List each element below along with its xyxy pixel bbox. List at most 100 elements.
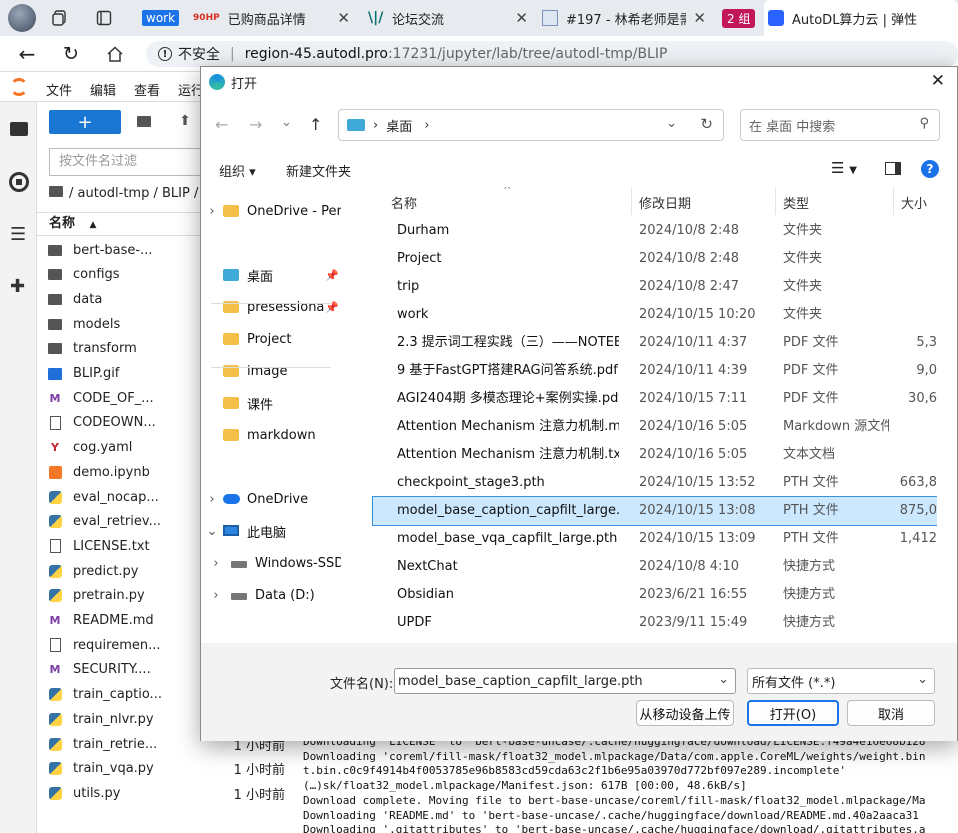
file-row[interactable]: Attention Mechanism 注意力机制.txt 2024/10/16 … <box>373 441 937 469</box>
folder-row[interactable]: Project 2024/10/8 2:48 文件夹 <box>373 245 937 273</box>
nav-up-icon[interactable]: ↑ <box>309 115 322 134</box>
security-label[interactable]: 不安全 <box>178 44 220 64</box>
nav-item[interactable]: › Windows-SSD <box>201 549 341 577</box>
nav-item[interactable]: 课件 <box>201 389 341 417</box>
upload-icon[interactable]: ⬆ <box>177 112 193 130</box>
expand-chevron-icon[interactable]: ⌄ <box>201 524 223 539</box>
file-row[interactable]: 9 基于FastGPT搭建RAG问答系统.pdf 2024/10/11 4:39 P… <box>373 357 937 385</box>
file-browser-item[interactable]: train_vqa.py 1 小时前 <box>47 758 285 780</box>
file-row[interactable]: model_base_vqa_capfilt_large.pth 2024/10/… <box>373 525 937 553</box>
back-icon[interactable]: ← <box>16 42 38 66</box>
file-browser-item[interactable]: train_retrie... 1 小时前 <box>47 733 285 755</box>
expand-chevron-icon[interactable]: › <box>201 588 231 603</box>
file-row[interactable]: 2.3 提示词工程实践（三）——NOTEB... 2024/10/11 4:37 P… <box>373 329 937 357</box>
running-icon[interactable] <box>9 172 29 192</box>
profile-avatar[interactable] <box>8 4 36 32</box>
file-browser-item[interactable]: bert-base-... <box>47 239 152 261</box>
file-row[interactable]: checkpoint_stage3.pth 2024/10/15 13:52 PTH… <box>373 469 937 497</box>
file-browser-item[interactable]: pretrain.py <box>47 585 145 607</box>
new-folder-button[interactable]: 新建文件夹 <box>286 161 351 180</box>
file-browser-item[interactable]: LICENSE.txt <box>47 535 150 557</box>
help-icon[interactable]: ? <box>921 160 939 178</box>
nav-item[interactable]: ⌄ 此电脑 <box>201 517 341 545</box>
close-tab-icon[interactable]: ✕ <box>515 9 528 27</box>
folder-row[interactable]: Durham 2024/10/8 2:48 文件夹 <box>373 217 937 245</box>
browser-tab[interactable]: #197 - 林希老师是需要 ✕ <box>538 0 714 36</box>
menu-edit[interactable]: 编辑 <box>90 80 116 99</box>
refresh-icon[interactable]: ↻ <box>700 115 713 133</box>
close-tab-icon[interactable]: ✕ <box>337 9 350 27</box>
terminal-output[interactable]: Downloading 'LICENSE' to 'bert-base-unca… <box>297 735 958 833</box>
reload-icon[interactable]: ↻ <box>60 43 82 65</box>
file-browser-item[interactable]: configs <box>47 264 120 286</box>
file-browser-item[interactable]: M README.md <box>47 610 154 632</box>
col-date-header[interactable]: 修改日期 <box>639 193 691 212</box>
file-row[interactable]: AGI2404期 多模态理论+案例实操.pdf 2024/10/15 7:11 PD… <box>373 385 937 413</box>
col-size-header[interactable]: 大小 <box>901 193 927 212</box>
nav-item[interactable]: Project <box>201 325 341 353</box>
nav-item[interactable]: presessiona 📌 <box>201 293 341 321</box>
close-tab-icon[interactable]: ✕ <box>693 9 706 27</box>
file-browser-item[interactable]: transform <box>47 338 137 360</box>
search-field[interactable]: 在 桌面 中搜索 ⚲ <box>740 109 940 141</box>
toc-icon[interactable]: ☰ <box>10 226 26 244</box>
col-name-header[interactable]: 名称 <box>391 193 417 212</box>
expand-chevron-icon[interactable]: › <box>201 492 223 507</box>
preview-pane-icon[interactable] <box>885 162 901 175</box>
file-row[interactable]: UPDF 2023/9/11 15:49 快捷方式 <box>373 609 937 637</box>
file-browser-item[interactable]: M CODE_OF_... <box>47 387 154 409</box>
expand-chevron-icon[interactable]: › <box>201 204 223 219</box>
browser-tab[interactable]: \|/ 论坛交流 ✕ <box>360 0 536 36</box>
menu-view[interactable]: 查看 <box>134 80 160 99</box>
file-browser-item[interactable]: train_captio... <box>47 684 162 706</box>
file-browser-item[interactable]: eval_nocap... <box>47 486 159 508</box>
workspaces-icon[interactable] <box>50 8 70 28</box>
view-options-icon[interactable]: ☰ ▼ <box>831 159 857 177</box>
file-row[interactable]: NextChat 2024/10/8 4:10 快捷方式 <box>373 553 937 581</box>
nav-item[interactable]: image <box>201 357 341 385</box>
path-field[interactable]: › 桌面 › ⌄ ↻ <box>338 109 724 141</box>
nav-item[interactable]: markdown <box>201 421 341 449</box>
nav-item[interactable]: › OneDrive - Per <box>201 197 341 225</box>
file-row[interactable]: Attention Mechanism 注意力机制.md 2024/10/16 5… <box>373 413 937 441</box>
file-browser-item[interactable]: eval_retriev... <box>47 511 161 533</box>
open-button[interactable]: 打开(O) <box>747 700 839 726</box>
file-browser-item[interactable]: utils.py 1 小时前 <box>47 782 285 804</box>
path-segment[interactable]: 桌面 <box>386 116 412 135</box>
file-browser-item[interactable]: models <box>47 313 120 335</box>
upload-from-mobile-button[interactable]: 从移动设备上传 <box>636 700 734 726</box>
nav-item[interactable]: › Data (D:) <box>201 581 341 609</box>
file-browser-item[interactable]: M SECURITY.... <box>47 659 151 681</box>
nav-back-icon[interactable]: ← <box>215 115 228 134</box>
browser-tab[interactable]: work 90HP 已购商品详情 ✕ <box>134 0 358 36</box>
file-type-select[interactable]: 所有文件 (*.*) ⌄ <box>747 668 935 694</box>
file-browser-item[interactable]: BLIP.gif <box>47 363 119 385</box>
cancel-button[interactable]: 取消 <box>847 700 935 726</box>
menu-file[interactable]: 文件 <box>46 80 72 99</box>
filename-dropdown-icon[interactable]: ⌄ <box>718 672 729 687</box>
file-browser-item[interactable]: data <box>47 288 102 310</box>
folder-row[interactable]: work 2024/10/15 10:20 文件夹 <box>373 301 937 329</box>
file-browser-item[interactable]: predict.py <box>47 560 139 582</box>
folder-row[interactable]: trip 2024/10/8 2:47 文件夹 <box>373 273 937 301</box>
file-row[interactable]: model_base_caption_capfilt_large.pth 2024… <box>372 496 937 526</box>
organize-button[interactable]: 组织 ▾ <box>219 161 256 180</box>
file-browser-item[interactable]: train_nlvr.py <box>47 708 154 730</box>
nav-forward-icon[interactable]: → <box>249 115 262 134</box>
browser-tab[interactable]: AutoDL算力云 | 弹性 <box>764 0 958 36</box>
browser-tab[interactable]: 2 组 <box>718 0 762 36</box>
path-dropdown-icon[interactable]: ⌄ <box>666 116 677 131</box>
url-field[interactable]: ! 不安全 | region-45.autodl.pro :17231/jupy… <box>146 41 958 67</box>
new-launcher-button[interactable]: + <box>49 110 121 134</box>
breadcrumb[interactable]: / autodl-tmp / BLIP / <box>49 186 198 201</box>
file-browser-item[interactable]: demo.ipynb <box>47 461 150 483</box>
file-browser-icon[interactable] <box>10 122 28 136</box>
recent-locations-icon[interactable]: ⌄ <box>281 115 292 130</box>
vertical-scrollbar[interactable] <box>937 187 957 643</box>
file-browser-item[interactable]: requiremen... <box>47 634 161 656</box>
extensions-icon[interactable]: ✚ <box>10 278 25 296</box>
file-browser-item[interactable]: CODEOWN... <box>47 412 156 434</box>
file-browser-item[interactable]: Ycog.yaml <box>47 437 132 459</box>
nav-item[interactable]: › OneDrive <box>201 485 341 513</box>
col-type-header[interactable]: 类型 <box>783 193 809 212</box>
